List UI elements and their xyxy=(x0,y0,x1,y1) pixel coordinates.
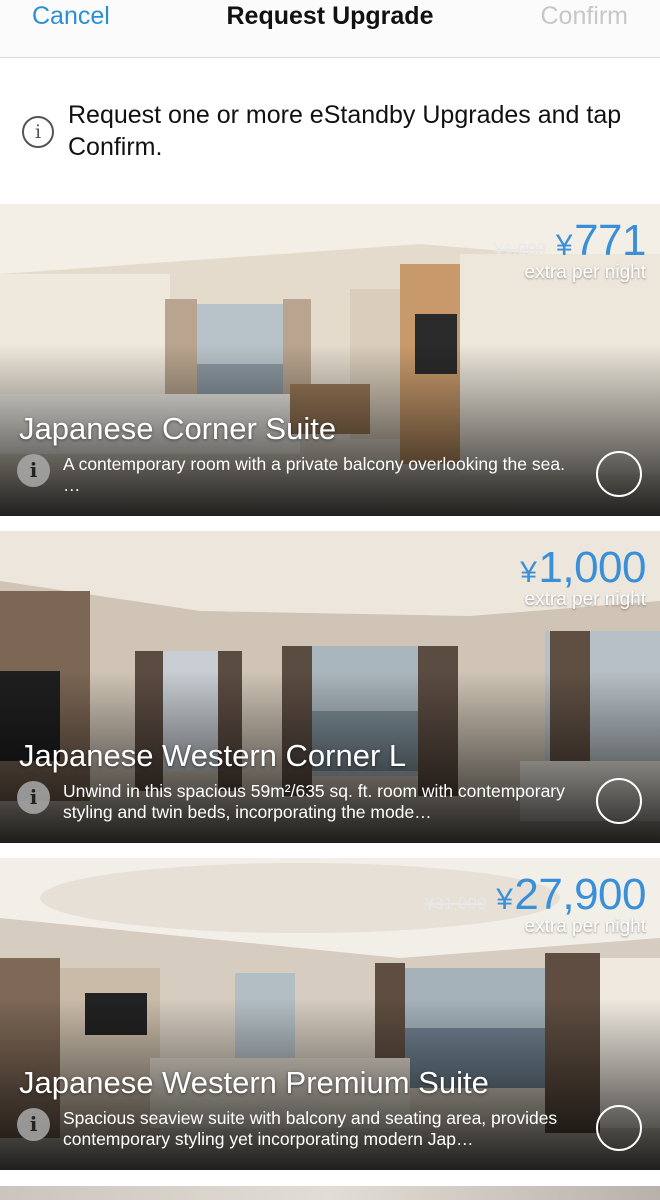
currency-symbol: ¥ xyxy=(496,883,513,916)
price-box: ¥1,000 extra per night xyxy=(520,543,646,611)
room-card-japanese-corner-suite[interactable]: ¥1,000 ¥771 extra per night Japanese Cor… xyxy=(0,204,660,516)
room-name: Japanese Corner Suite xyxy=(19,411,337,446)
info-icon[interactable]: i xyxy=(17,781,50,814)
currency-symbol: ¥ xyxy=(520,556,537,589)
price-box: ¥31,000 ¥27,900 extra per night xyxy=(424,870,647,938)
room-description: Unwind in this spacious 59m²/635 sq. ft.… xyxy=(63,781,565,822)
select-checkbox[interactable] xyxy=(596,778,642,824)
price-note: extra per night xyxy=(524,262,646,283)
select-checkbox[interactable] xyxy=(596,451,642,497)
price-box: ¥1,000 ¥771 extra per night xyxy=(493,216,647,284)
room-card-japanese-western-corner-l[interactable]: ¥1,000 extra per night Japanese Western … xyxy=(0,531,660,843)
info-icon[interactable]: i xyxy=(17,454,50,487)
currency-symbol: ¥ xyxy=(555,229,573,262)
price-value: 771 xyxy=(574,216,646,265)
price-note: extra per night xyxy=(524,916,646,937)
room-card-japanese-western-premium-suite[interactable]: ¥31,000 ¥27,900 extra per night Japanese… xyxy=(0,858,660,1170)
banner-text: Request one or more eStandby Upgrades an… xyxy=(68,101,622,161)
select-checkbox[interactable] xyxy=(596,1105,642,1151)
info-icon[interactable]: i xyxy=(17,1108,50,1141)
original-price: ¥31,000 xyxy=(424,894,487,913)
info-circle-icon: i xyxy=(22,116,54,148)
upgrade-price: ¥771 xyxy=(555,216,647,266)
price-value: 27,900 xyxy=(514,870,646,919)
room-name: Japanese Western Corner L xyxy=(19,738,407,773)
next-room-card-partial[interactable] xyxy=(0,1186,660,1200)
page-title: Request Upgrade xyxy=(226,2,434,30)
confirm-button[interactable]: Confirm xyxy=(540,2,628,31)
price-note: extra per night xyxy=(524,589,646,610)
info-banner: i Request one or more eStandby Upgrades … xyxy=(0,59,660,205)
room-description: Spacious seaview suite with balcony and … xyxy=(63,1108,558,1149)
room-name: Japanese Western Premium Suite xyxy=(19,1065,489,1100)
upgrade-price: ¥27,900 xyxy=(496,870,646,920)
room-description: A contemporary room with a private balco… xyxy=(63,454,565,495)
original-price: ¥1,000 xyxy=(493,240,546,259)
upgrade-price: ¥1,000 xyxy=(520,543,646,593)
navigation-bar: Cancel Request Upgrade Confirm xyxy=(0,0,660,58)
price-value: 1,000 xyxy=(538,543,646,592)
cancel-button[interactable]: Cancel xyxy=(32,2,110,31)
